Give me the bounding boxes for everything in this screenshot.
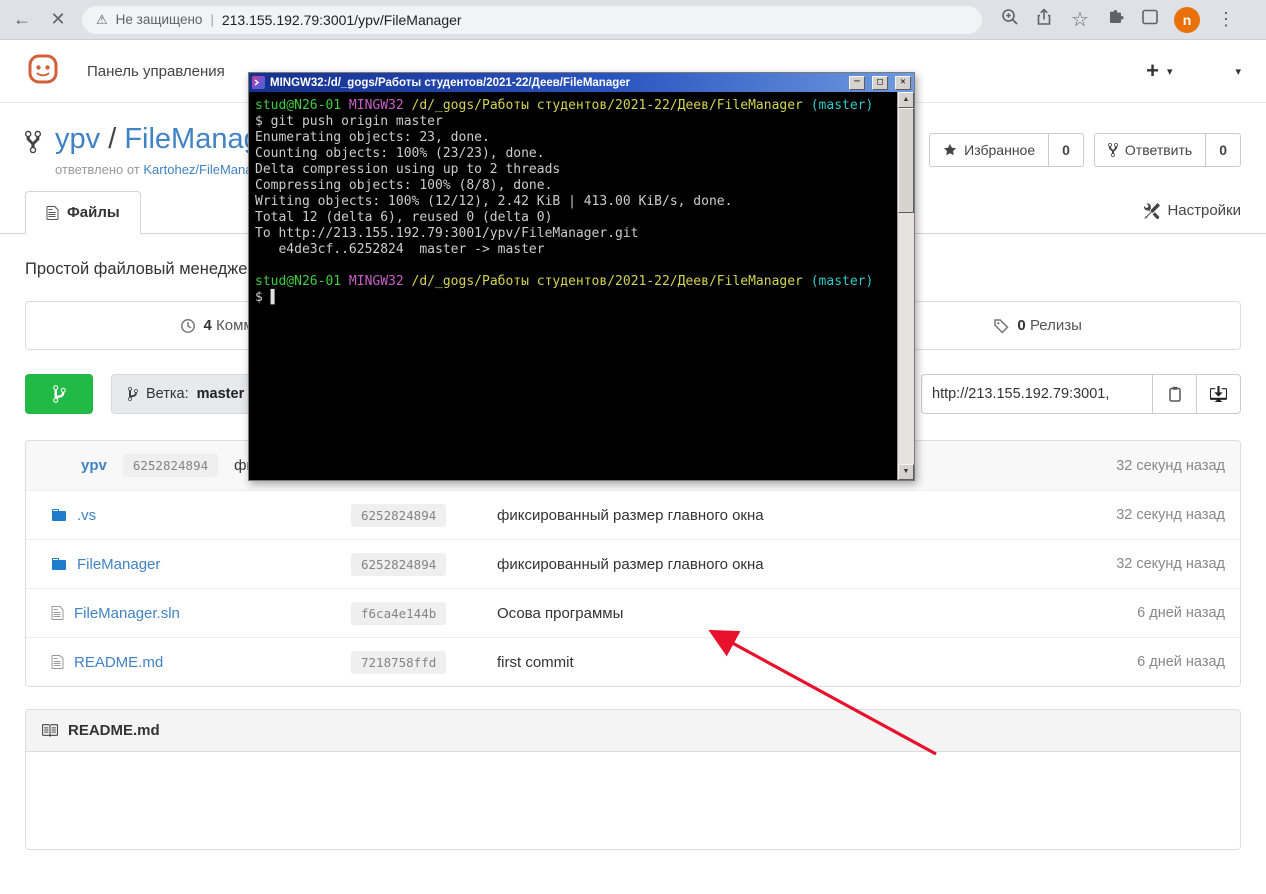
file-link[interactable]: FileManager [77,556,160,573]
share-icon[interactable] [1034,7,1054,32]
commit-age: 32 секунд назад [1116,556,1225,572]
scrollbar-thumb[interactable] [898,108,914,213]
folder-icon [51,507,67,523]
table-row: README.md 7218758ffd first commit 6 дней… [26,637,1240,686]
commit-sha[interactable]: 7218758ffd [351,651,446,674]
fork-count[interactable]: 0 [1206,133,1241,167]
file-link[interactable]: README.md [74,654,163,671]
star-button-label: Избранное [964,142,1035,158]
terminal-titlebar[interactable]: MINGW32:/d/_gogs/Работы студентов/2021-2… [249,73,914,92]
star-count[interactable]: 0 [1049,133,1084,167]
repo-title-slash: / [108,123,116,155]
commit-sha[interactable]: 6252824894 [351,553,446,576]
terminal-title: MINGW32:/d/_gogs/Работы студентов/2021-2… [270,77,842,89]
commit-message: фиксированный размер главного окна [481,556,1116,573]
close-button[interactable]: ✕ [895,76,911,90]
tab-settings-label: Настройки [1167,202,1241,219]
commit-sha[interactable]: f6ca4e144b [351,602,446,625]
gogs-logo[interactable] [25,51,61,92]
copy-url-button[interactable] [1153,374,1197,414]
browser-menu-kebab-icon[interactable]: ⋮ [1214,9,1238,30]
tab-files-label: Файлы [67,204,120,221]
scrollbar-track[interactable] [898,213,914,464]
readme-content [26,752,1240,849]
commit-age: 6 дней назад [1137,654,1225,670]
latest-commit-author[interactable]: ypv [81,457,107,474]
site-warning-icon[interactable]: ⚠ [96,12,108,28]
terminal-scrollbar[interactable]: ▲ ▼ [897,92,914,480]
tab-files[interactable]: Файлы [25,191,141,234]
back-icon[interactable]: ← [10,9,34,30]
commit-message: фиксированный размер главного окна [481,507,1116,524]
stop-icon[interactable]: ✕ [46,9,70,30]
readme-header: README.md [26,710,1240,752]
browser-profile-avatar[interactable]: n [1174,7,1200,33]
file-icon [51,654,64,670]
fork-button-group: Ответвить 0 [1094,133,1241,167]
readme-panel: README.md [25,709,1241,850]
download-button[interactable] [1197,374,1241,414]
commit-sha[interactable]: 6252824894 [351,504,446,527]
file-icon [51,605,64,621]
table-row: FileManager.sln f6ca4e144b Осова програм… [26,588,1240,637]
star-button[interactable]: Избранное [929,133,1049,167]
repo-owner-link[interactable]: ypv [55,123,100,155]
fork-button[interactable]: Ответвить [1094,133,1206,167]
book-icon [41,722,58,739]
readme-title: README.md [68,722,160,739]
user-menu-caret-icon[interactable]: ▾ [1235,65,1241,78]
maximize-button[interactable]: □ [872,76,888,90]
browser-toolbar: ← ✕ ⚠ Не защищено | 213.155.192.79:3001/… [0,0,1266,40]
clone-url-input[interactable] [921,374,1153,414]
clone-url-group [921,374,1241,414]
security-label: Не защищено [116,12,203,27]
repo-forked-icon [25,129,41,177]
side-panel-icon[interactable] [1140,7,1160,32]
releases-label: Релизы [1030,317,1082,334]
terminal-window: MINGW32:/d/_gogs/Работы студентов/2021-2… [248,72,915,481]
commit-message: Осова программы [481,605,1137,622]
scroll-down-button[interactable]: ▼ [898,464,914,480]
nav-dashboard-link[interactable]: Панель управления [87,63,225,80]
table-row: FileManager 6252824894 фиксированный раз… [26,539,1240,588]
zoom-icon[interactable] [1000,7,1020,32]
url-text: 213.155.192.79:3001/ypv/FileManager [222,12,462,28]
commit-age: 32 секунд назад [1116,507,1225,523]
latest-commit-age: 32 секунд назад [1116,458,1225,474]
forked-prefix-text: ответвлено от [55,162,140,177]
terminal-app-icon [252,76,265,89]
releases-count: 0 [1017,317,1025,334]
branch-name: master [197,386,245,402]
new-repo-plus-icon[interactable]: + [1146,58,1159,84]
bookmark-star-icon[interactable]: ☆ [1068,7,1092,32]
address-bar[interactable]: ⚠ Не защищено | 213.155.192.79:3001/ypv/… [82,6,982,34]
browser-action-icons: ☆ n ⋮ [1000,7,1238,33]
minimize-button[interactable]: ─ [849,76,865,90]
file-link[interactable]: .vs [77,507,96,524]
tab-settings[interactable]: Настройки [1144,202,1241,233]
new-repo-caret-icon[interactable]: ▾ [1167,65,1173,78]
branch-label: Ветка: [146,386,189,402]
terminal-output[interactable]: stud@N26-01 MINGW32 /d/_gogs/Работы студ… [249,92,897,480]
compare-branch-button[interactable] [25,374,93,414]
latest-commit-sha[interactable]: 6252824894 [123,454,218,477]
extensions-puzzle-icon[interactable] [1106,7,1126,32]
commit-message: first commit [481,654,1137,671]
fork-button-label: Ответвить [1125,142,1192,158]
url-separator: | [210,12,213,27]
file-link[interactable]: FileManager.sln [74,605,180,622]
commit-age: 6 дней назад [1137,605,1225,621]
folder-icon [51,556,67,572]
commits-count: 4 [204,317,212,334]
scroll-up-button[interactable]: ▲ [898,92,914,108]
star-button-group: Избранное 0 [929,133,1084,167]
table-row: .vs 6252824894 фиксированный размер глав… [26,490,1240,539]
